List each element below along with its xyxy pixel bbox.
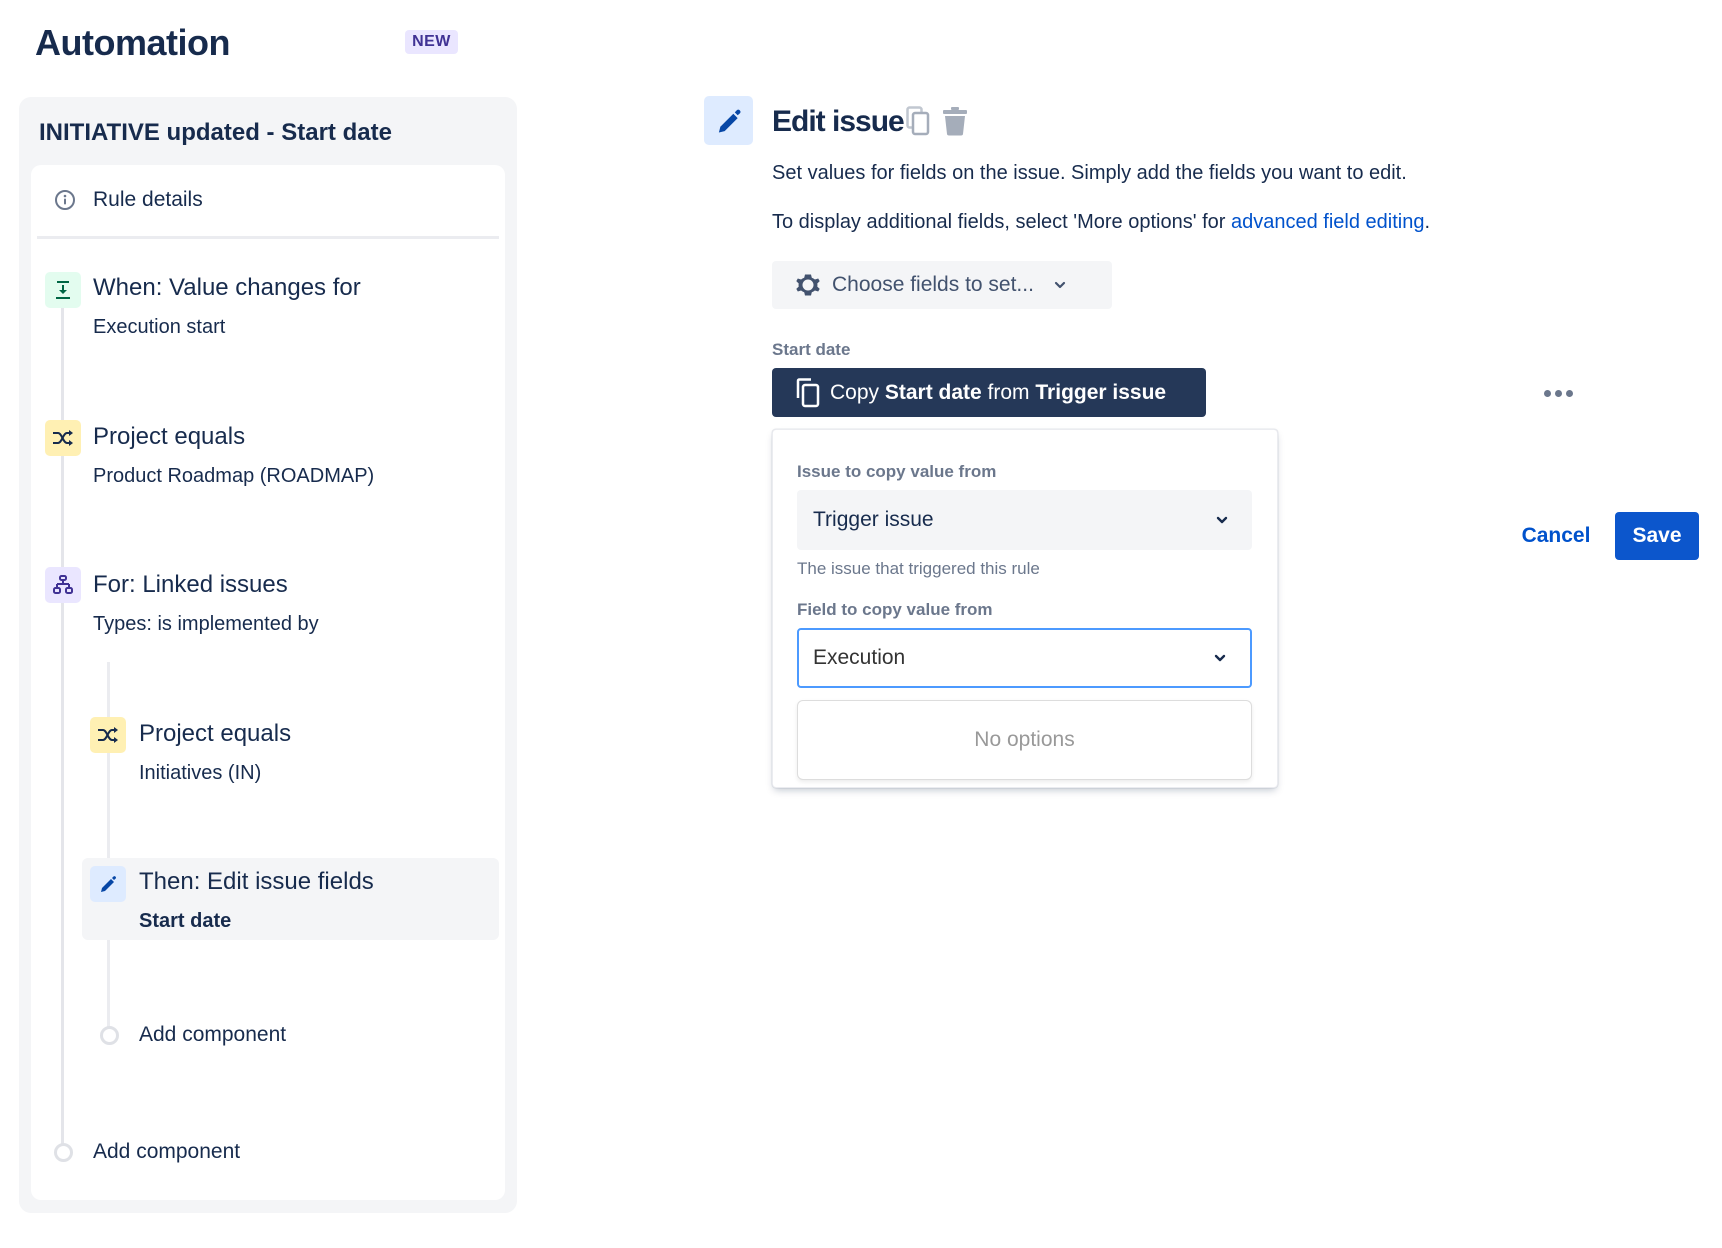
- editor-description: Set values for fields on the issue. Simp…: [772, 162, 1407, 184]
- component-title: Then: Edit issue fields: [139, 868, 374, 895]
- save-button[interactable]: Save: [1615, 512, 1699, 560]
- component-title: Project equals: [139, 720, 292, 747]
- component-subtitle: Initiatives (IN): [139, 762, 262, 784]
- hint-suffix: .: [1424, 211, 1431, 233]
- component-title: When: Value changes for: [93, 274, 361, 301]
- copy-field-name: Start date: [884, 380, 982, 404]
- no-options-message: No options: [974, 728, 1075, 751]
- edit-issue-icon: [704, 96, 753, 145]
- copy-mid: from: [981, 380, 1036, 404]
- add-component-label: Add component: [93, 1140, 241, 1163]
- hint-text: To display additional fields, select 'Mo…: [772, 211, 1231, 233]
- field-options-menu: No options: [797, 700, 1252, 780]
- add-component-label: Add component: [139, 1023, 287, 1046]
- app-title: Automation: [35, 22, 230, 63]
- add-component-nested-button[interactable]: Add component: [100, 1020, 400, 1050]
- rule-details-label: Rule details: [93, 188, 203, 211]
- copy-value-popup: Issue to copy value from Trigger issue T…: [772, 429, 1278, 788]
- more-dot: [1543, 389, 1551, 397]
- copy-source-name: Trigger issue: [1035, 380, 1167, 404]
- delete-icon[interactable]: [942, 106, 968, 136]
- component-action-selected[interactable]: Then: Edit issue fields Start date: [90, 864, 490, 940]
- start-date-field-label: Start date: [772, 340, 851, 359]
- choose-fields-dropdown[interactable]: Choose fields to set...: [772, 261, 1112, 309]
- hierarchy-icon: [45, 567, 81, 603]
- chevron-down-icon: [1054, 281, 1066, 289]
- issue-source-helper: The issue that triggered this rule: [797, 559, 1040, 578]
- advanced-field-editing-link[interactable]: advanced field editing: [1231, 211, 1424, 233]
- component-title: For: Linked issues: [93, 571, 288, 598]
- issue-source-select[interactable]: Trigger issue: [797, 490, 1252, 550]
- info-icon: [55, 190, 75, 210]
- issue-source-label: Issue to copy value from: [797, 462, 997, 481]
- advanced-editing-hint: To display additional fields, select 'Mo…: [772, 209, 1430, 235]
- duplicate-icon[interactable]: [906, 106, 930, 136]
- add-component-button[interactable]: Add component: [54, 1137, 354, 1167]
- choose-fields-label: Choose fields to set...: [832, 273, 1034, 296]
- component-subtitle: Types: is implemented by: [93, 613, 319, 635]
- add-node-icon: [100, 1026, 119, 1045]
- shuffle-icon: [45, 420, 81, 456]
- more-options-button[interactable]: [1538, 380, 1578, 406]
- more-dot: [1565, 389, 1573, 397]
- rule-name: INITIATIVE updated - Start date: [39, 119, 392, 146]
- copy-prefix: Copy: [830, 380, 885, 404]
- chevron-down-icon: [1216, 516, 1228, 524]
- component-subtitle: Start date: [139, 910, 232, 932]
- pencil-icon: [90, 866, 126, 902]
- gear-icon: [796, 274, 820, 296]
- chevron-down-icon: [1214, 654, 1226, 662]
- field-source-label: Field to copy value from: [797, 600, 993, 619]
- copy-value-text: Copy Start date from Trigger issue: [830, 381, 1166, 405]
- divider: [37, 236, 499, 239]
- editor-title: Edit issue: [772, 105, 905, 138]
- add-node-icon: [54, 1143, 73, 1162]
- issue-source-value: Trigger issue: [813, 508, 934, 531]
- component-subtitle: Execution start: [93, 316, 226, 338]
- cancel-button[interactable]: Cancel: [1508, 512, 1604, 560]
- new-badge: NEW: [405, 30, 458, 54]
- component-branch[interactable]: For: Linked issues Types: is implemented…: [45, 565, 485, 645]
- component-title: Project equals: [93, 423, 246, 450]
- field-change-icon: [45, 272, 81, 308]
- component-subtitle: Product Roadmap (ROADMAP): [93, 465, 375, 487]
- copy-value-button[interactable]: Copy Start date from Trigger issue: [772, 368, 1206, 417]
- rule-details-item[interactable]: Rule details: [37, 180, 497, 220]
- field-source-value: Execution: [813, 646, 906, 669]
- shuffle-icon: [90, 717, 126, 753]
- field-source-input[interactable]: Execution: [797, 628, 1252, 688]
- copy-icon: [796, 377, 820, 407]
- component-condition[interactable]: Project equals Product Roadmap (ROADMAP): [45, 418, 485, 498]
- more-dot: [1554, 389, 1562, 397]
- component-nested-condition[interactable]: Project equals Initiatives (IN): [90, 715, 490, 795]
- component-trigger[interactable]: When: Value changes for Execution start: [45, 270, 485, 350]
